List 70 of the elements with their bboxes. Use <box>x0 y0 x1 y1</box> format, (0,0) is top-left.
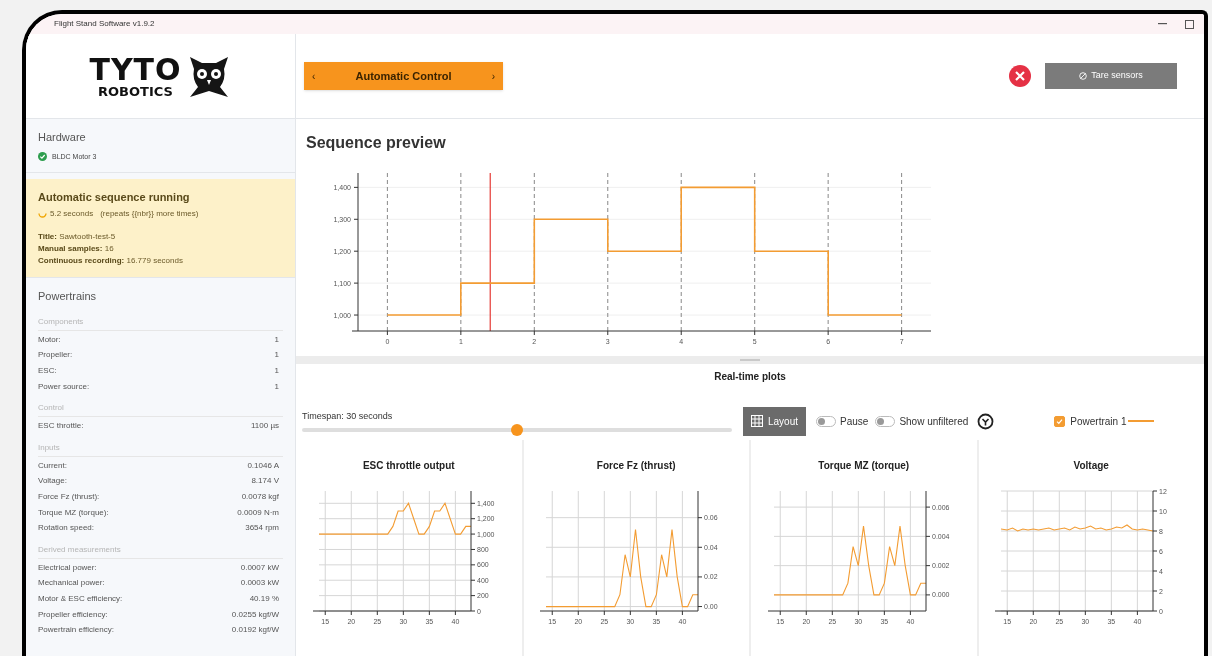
field-label: Propeller efficiency: <box>38 608 108 621</box>
grid-icon <box>751 415 763 427</box>
toggle-switch[interactable] <box>816 415 837 427</box>
field-label: ESC: <box>38 365 57 377</box>
logo-text: TYTO <box>89 54 182 85</box>
section-title: Powertrains <box>38 288 98 304</box>
legend-label: Powertrain 1 <box>1070 414 1127 429</box>
toggle-label: Show unfiltered <box>899 414 969 429</box>
field-value: 8.174 V <box>251 475 279 488</box>
prohibited-icon <box>1079 72 1088 80</box>
slider-thumb[interactable] <box>511 424 523 437</box>
field-text: Title: Sawtooth-test-5 <box>38 230 117 243</box>
field-label: ESC throttle: <box>38 420 84 433</box>
logo-subtext: ROBOTICS <box>98 84 173 98</box>
mode-button[interactable]: ‹ Automatic Control › <box>304 62 503 90</box>
repeat-text: (repeats {{nbr}} more times) <box>100 207 199 220</box>
group-title: Inputs <box>38 441 283 457</box>
field-label: Propeller: <box>38 349 73 362</box>
field-value: 0.0078 kgf <box>241 490 279 503</box>
field-value: 1 <box>274 349 279 362</box>
minimize-icon[interactable] <box>1158 23 1167 25</box>
plot-title: Torque MZ (torque) <box>818 459 910 473</box>
section-title: Hardware <box>38 130 87 145</box>
field-value: 0.0003 kW <box>240 577 279 590</box>
checkbox[interactable] <box>1054 415 1066 427</box>
field-label: Mechanical power: <box>38 577 105 590</box>
plot-title: ESC throttle output <box>362 459 455 473</box>
close-icon[interactable] <box>1009 65 1031 87</box>
plot-title: Force Fz (thrust) <box>596 459 676 473</box>
timespan-label: Timespan: 30 seconds <box>302 409 394 423</box>
elapsed-text: 5.2 seconds <box>50 207 94 220</box>
field-text: Manual samples: 16 <box>38 242 115 255</box>
field-value: 0.0255 kgf/W <box>231 608 279 621</box>
section-title: Real-time plots <box>713 370 787 384</box>
toggle-switch[interactable] <box>875 415 896 427</box>
field-text: Continuous recording: 16.779 seconds <box>38 254 184 267</box>
dial-icon[interactable] <box>977 412 995 430</box>
field-label: Torque MZ (torque): <box>38 506 109 519</box>
group-title: Components <box>38 316 283 331</box>
field-value: 1 <box>274 380 279 393</box>
resize-handle[interactable] <box>740 359 760 361</box>
layout-button[interactable]: Layout <box>743 406 807 436</box>
tare-sensors-button[interactable]: Tare sensors <box>1045 63 1177 89</box>
field-label: Force Fz (thrust): <box>38 490 100 503</box>
field-label: Power source: <box>38 380 90 393</box>
field-value: 1100 µs <box>250 420 279 433</box>
field-value: 0.0009 N·m <box>237 506 279 519</box>
window-title: Flight Stand Software v1.9.2 <box>54 18 155 30</box>
group-title: Derived measurements <box>38 543 283 559</box>
field-label: Rotation speed: <box>38 522 95 535</box>
field-label: Electrical power: <box>38 561 97 574</box>
group-title: Control <box>38 402 283 418</box>
panel-title: Sequence preview <box>306 133 447 153</box>
toggle-label: Pause <box>840 414 869 429</box>
field-label: Powertrain efficiency: <box>38 624 114 637</box>
field-label: Motor & ESC efficiency: <box>38 592 123 605</box>
field-value: 0.0007 kW <box>240 561 279 574</box>
field-label: Current: <box>38 459 67 472</box>
field-value: 1 <box>274 333 279 346</box>
field-label: Voltage: <box>38 475 67 488</box>
legend-line <box>1128 420 1155 422</box>
status-title: Automatic sequence running <box>38 190 191 205</box>
field-label: Motor: <box>38 333 61 346</box>
field-value: 3654 rpm <box>245 522 279 535</box>
field-value: 1 <box>274 365 279 377</box>
field-value: 0.0192 kgf/W <box>231 624 279 637</box>
plot-title: Voltage <box>1073 459 1109 473</box>
field-value: 0.1046 A <box>247 459 279 472</box>
field-value: 40.19 % <box>249 592 279 605</box>
restore-icon[interactable] <box>1185 19 1194 29</box>
